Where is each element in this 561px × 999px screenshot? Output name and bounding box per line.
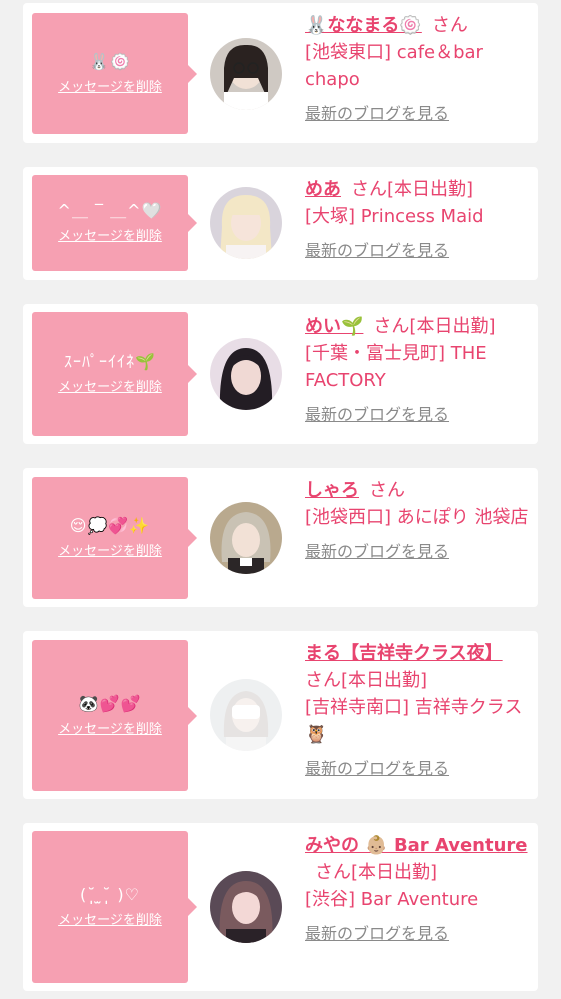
avatar[interactable] — [210, 871, 282, 943]
latest-blog-link[interactable]: 最新のブログを見る — [305, 404, 535, 426]
message-card: 🐰🍥 メッセージを削除 🐰ななまる🍥 さん [池袋東口] cafe＆bar cha… — [23, 3, 538, 143]
card-info: めあ さん[本日出勤] [大塚] Princess Maid 最新のブログを見る — [305, 176, 535, 262]
shop-label: [渋谷] Bar Aventure — [305, 889, 479, 910]
message-card: 😌💭💞✨ メッセージを削除 しゃろ さん [池袋西口] あにぽり 池袋店 最新のブ… — [23, 468, 538, 607]
shop-label: [池袋東口] cafe＆bar chapo — [305, 42, 483, 90]
message-card: 🐼💕💕 メッセージを削除 まる【吉祥寺クラス夜】 さん[本日出勤] [吉祥寺南口]… — [23, 631, 538, 799]
user-name-link[interactable]: みやの 👶🏼 Bar Aventure — [305, 835, 528, 856]
card-info: しゃろ さん [池袋西口] あにぽり 池袋店 最新のブログを見る — [305, 477, 535, 563]
user-name-link[interactable]: めい🌱 — [305, 316, 363, 337]
delete-message-link[interactable]: メッセージを削除 — [32, 228, 188, 246]
card-info: 🐰ななまる🍥 さん [池袋東口] cafe＆bar chapo 最新のブログを見る — [305, 12, 535, 125]
latest-blog-link[interactable]: 最新のブログを見る — [305, 103, 535, 125]
card-info: まる【吉祥寺クラス夜】 さん[本日出勤] [吉祥寺南口] 吉祥寺クラス🦉 最新のブ… — [305, 640, 535, 780]
latest-blog-link[interactable]: 最新のブログを見る — [305, 758, 535, 780]
message-bubble: ^＿ ‾ ＿^🤍 メッセージを削除 — [32, 175, 197, 271]
honorific-label: さん[本日出勤] — [305, 670, 428, 691]
user-name-link[interactable]: まる【吉祥寺クラス夜】 — [305, 643, 503, 664]
latest-blog-link[interactable]: 最新のブログを見る — [305, 923, 535, 945]
honorific-label: さん[本日出勤] — [351, 179, 474, 200]
message-bubble: 🐼💕💕 メッセージを削除 — [32, 640, 197, 791]
honorific-label: さん[本日出勤] — [373, 316, 496, 337]
message-card: ｽｰﾊﾟｰｲｲﾈ🌱 メッセージを削除 めい🌱 さん[本日出勤] [千葉・富士見町]… — [23, 304, 538, 444]
user-name-link[interactable]: しゃろ — [305, 480, 359, 501]
message-text: 🐰🍥 — [89, 51, 131, 71]
avatar[interactable] — [210, 38, 282, 110]
avatar[interactable] — [210, 502, 282, 574]
message-card: (˘̩̩̩ ̫˘̩̩̩ )♡ メッセージを削除 みやの 👶🏼 Bar Avent… — [23, 823, 538, 991]
latest-blog-link[interactable]: 最新のブログを見る — [305, 240, 535, 262]
avatar[interactable] — [210, 338, 282, 410]
shop-label: [大塚] Princess Maid — [305, 206, 484, 227]
latest-blog-link[interactable]: 最新のブログを見る — [305, 541, 535, 563]
avatar[interactable] — [210, 187, 282, 259]
user-name-link[interactable]: めあ — [305, 179, 341, 200]
message-text: 😌💭💞✨ — [69, 516, 151, 535]
shop-label: [池袋西口] あにぽり 池袋店 — [305, 507, 529, 528]
honorific-label: さん — [369, 480, 405, 501]
honorific-label: さん — [431, 15, 468, 36]
card-info: みやの 👶🏼 Bar Aventure さん[本日出勤] [渋谷] Bar Ave… — [305, 832, 535, 945]
message-bubble: 🐰🍥 メッセージを削除 — [32, 13, 197, 134]
message-text: (˘̩̩̩ ̫˘̩̩̩ )♡ — [80, 885, 140, 904]
delete-message-link[interactable]: メッセージを削除 — [32, 79, 188, 97]
delete-message-link[interactable]: メッセージを削除 — [32, 721, 188, 739]
user-name-link[interactable]: 🐰ななまる🍥 — [305, 15, 422, 36]
message-bubble: (˘̩̩̩ ̫˘̩̩̩ )♡ メッセージを削除 — [32, 831, 197, 983]
message-bubble: ｽｰﾊﾟｰｲｲﾈ🌱 メッセージを削除 — [32, 312, 197, 436]
honorific-label: さん[本日出勤] — [315, 862, 438, 883]
message-text: ^＿ ‾ ＿^🤍 — [57, 201, 163, 220]
card-info: めい🌱 さん[本日出勤] [千葉・富士見町] THE FACTORY 最新のブログ… — [305, 313, 535, 426]
message-text: ｽｰﾊﾟｰｲｲﾈ🌱 — [64, 352, 156, 371]
delete-message-link[interactable]: メッセージを削除 — [32, 379, 188, 397]
shop-label: [吉祥寺南口] 吉祥寺クラス🦉 — [305, 697, 523, 745]
delete-message-link[interactable]: メッセージを削除 — [32, 912, 188, 930]
message-card: ^＿ ‾ ＿^🤍 メッセージを削除 めあ さん[本日出勤] [大塚] Prince… — [23, 167, 538, 280]
message-bubble: 😌💭💞✨ メッセージを削除 — [32, 477, 197, 599]
message-text: 🐼💕💕 — [78, 693, 142, 713]
shop-label: [千葉・富士見町] THE FACTORY — [305, 343, 487, 391]
delete-message-link[interactable]: メッセージを削除 — [32, 543, 188, 561]
avatar[interactable] — [210, 679, 282, 751]
